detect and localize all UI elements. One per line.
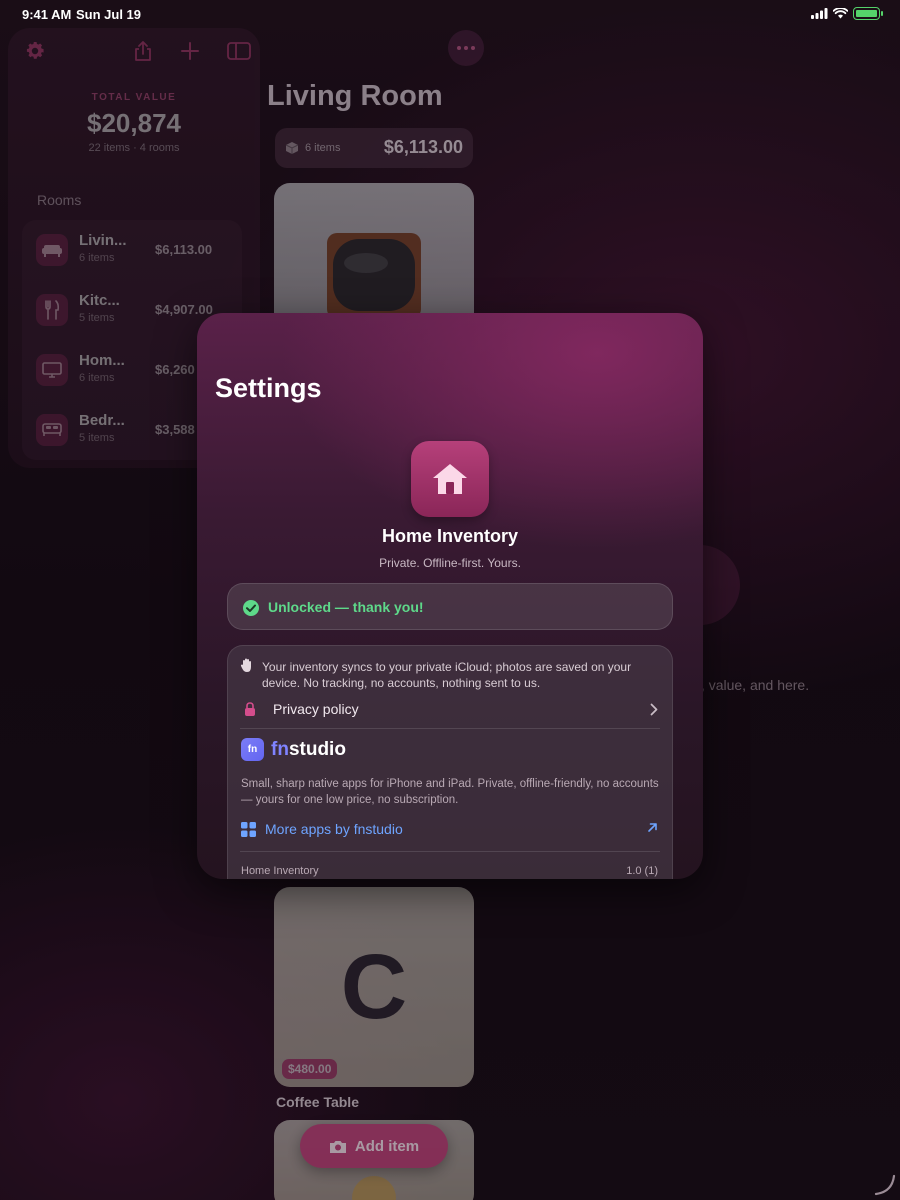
- privacy-sync-text: Your inventory syncs to your private iCl…: [262, 660, 632, 690]
- fnstudio-name-suffix: studio: [288, 739, 346, 760]
- arrow-up-right-icon[interactable]: [647, 822, 658, 833]
- battery-icon: [853, 7, 883, 20]
- signal-icon: [811, 8, 828, 19]
- more-apps-label: More apps by fnstudio: [265, 821, 403, 837]
- version-label: Home Inventory: [241, 865, 319, 877]
- privacy-policy-row[interactable]: Privacy policy: [228, 694, 672, 724]
- checkmark-seal-icon: [243, 600, 259, 616]
- resize-handle-icon[interactable]: [874, 1174, 896, 1196]
- lock-icon: [245, 702, 255, 716]
- wifi-icon: [833, 8, 848, 19]
- info-card: Your inventory syncs to your private iCl…: [227, 645, 673, 879]
- grid-icon: [241, 822, 256, 837]
- unlocked-status: Unlocked — thank you!: [227, 583, 673, 630]
- divider: [240, 851, 660, 852]
- app-name: Home Inventory: [381, 526, 519, 546]
- app-tagline: Private. Offline-first. Yours.: [379, 556, 521, 570]
- version-value: 1.0 (1): [626, 865, 658, 877]
- fnstudio-name: fnstudio: [271, 739, 346, 761]
- house-icon: [433, 464, 467, 494]
- status-bar: 9:41 AM Sun Jul 19: [0, 0, 900, 28]
- divider: [240, 728, 660, 729]
- chevron-right-icon: [650, 703, 658, 716]
- status-date: Sun Jul 19: [76, 7, 142, 22]
- unlocked-label: Unlocked — thank you!: [268, 599, 424, 615]
- settings-title: Settings: [215, 373, 322, 403]
- privacy-policy-label: Privacy policy: [273, 701, 359, 717]
- fnstudio-description: Small, sharp native apps for iPhone and …: [241, 778, 659, 806]
- fnstudio-logo-icon: fn: [241, 738, 264, 761]
- settings-sheet: Settings Home Inventory Private. Offline…: [197, 313, 703, 879]
- hand-raised-icon: [240, 658, 251, 672]
- fnstudio-name-prefix: fn: [271, 739, 289, 760]
- status-indicators: [811, 7, 883, 20]
- status-time: 9:41 AM: [22, 7, 72, 22]
- app-icon: [411, 441, 489, 517]
